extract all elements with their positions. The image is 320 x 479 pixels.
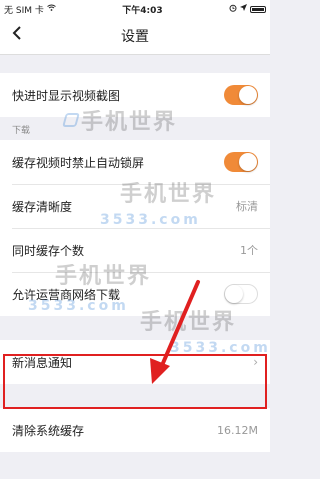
cellular-toggle[interactable]	[224, 284, 258, 304]
setting-row-notifications[interactable]: 新消息通知 ›	[0, 340, 270, 384]
setting-label: 允许运营商网络下载	[12, 287, 121, 302]
status-time: 下午4:03	[122, 5, 163, 16]
setting-label: 新消息通知	[12, 355, 73, 370]
disable-lock-toggle[interactable]	[224, 152, 258, 172]
section-header-download: 下载	[12, 126, 31, 136]
setting-row-clear-cache[interactable]: 清除系统缓存 16.12M	[0, 408, 270, 452]
chevron-left-icon	[12, 26, 21, 40]
setting-row-concurrent[interactable]: 同时缓存个数 1个	[0, 228, 270, 272]
setting-row-clarity[interactable]: 缓存清晰度 标清	[0, 184, 270, 228]
setting-row-cellular: 允许运营商网络下载	[0, 272, 270, 316]
status-bar: 无 SIM 卡 下午4:03	[0, 0, 270, 18]
setting-label: 快进时显示视频截图	[12, 88, 121, 103]
status-left: 无 SIM 卡	[4, 3, 56, 16]
toggle-knob	[239, 86, 257, 104]
status-right	[229, 4, 266, 15]
setting-label: 同时缓存个数	[12, 243, 85, 258]
toggle-knob	[239, 153, 257, 171]
chevron-right-icon: ›	[253, 355, 258, 369]
navigation-bar: 设置	[0, 18, 270, 55]
setting-row-disable-lock: 缓存视频时禁止自动锁屏	[0, 140, 270, 184]
wifi-icon	[47, 4, 56, 14]
setting-label: 清除系统缓存	[12, 423, 85, 438]
thumbnails-toggle[interactable]	[224, 85, 258, 105]
setting-value: 标清	[236, 200, 258, 213]
alarm-icon	[229, 4, 237, 15]
toggle-knob	[225, 285, 243, 303]
location-icon	[240, 4, 247, 14]
battery-icon	[250, 5, 266, 13]
page-title: 设置	[121, 29, 149, 45]
back-button[interactable]	[12, 25, 22, 46]
setting-label: 缓存视频时禁止自动锁屏	[12, 155, 145, 170]
carrier-label: 无 SIM 卡	[4, 5, 44, 16]
setting-value: 16.12M	[217, 423, 258, 437]
setting-label: 缓存清晰度	[12, 199, 73, 214]
setting-row-show-thumbnails: 快进时显示视频截图	[0, 73, 270, 117]
setting-value: 1个	[240, 244, 258, 257]
